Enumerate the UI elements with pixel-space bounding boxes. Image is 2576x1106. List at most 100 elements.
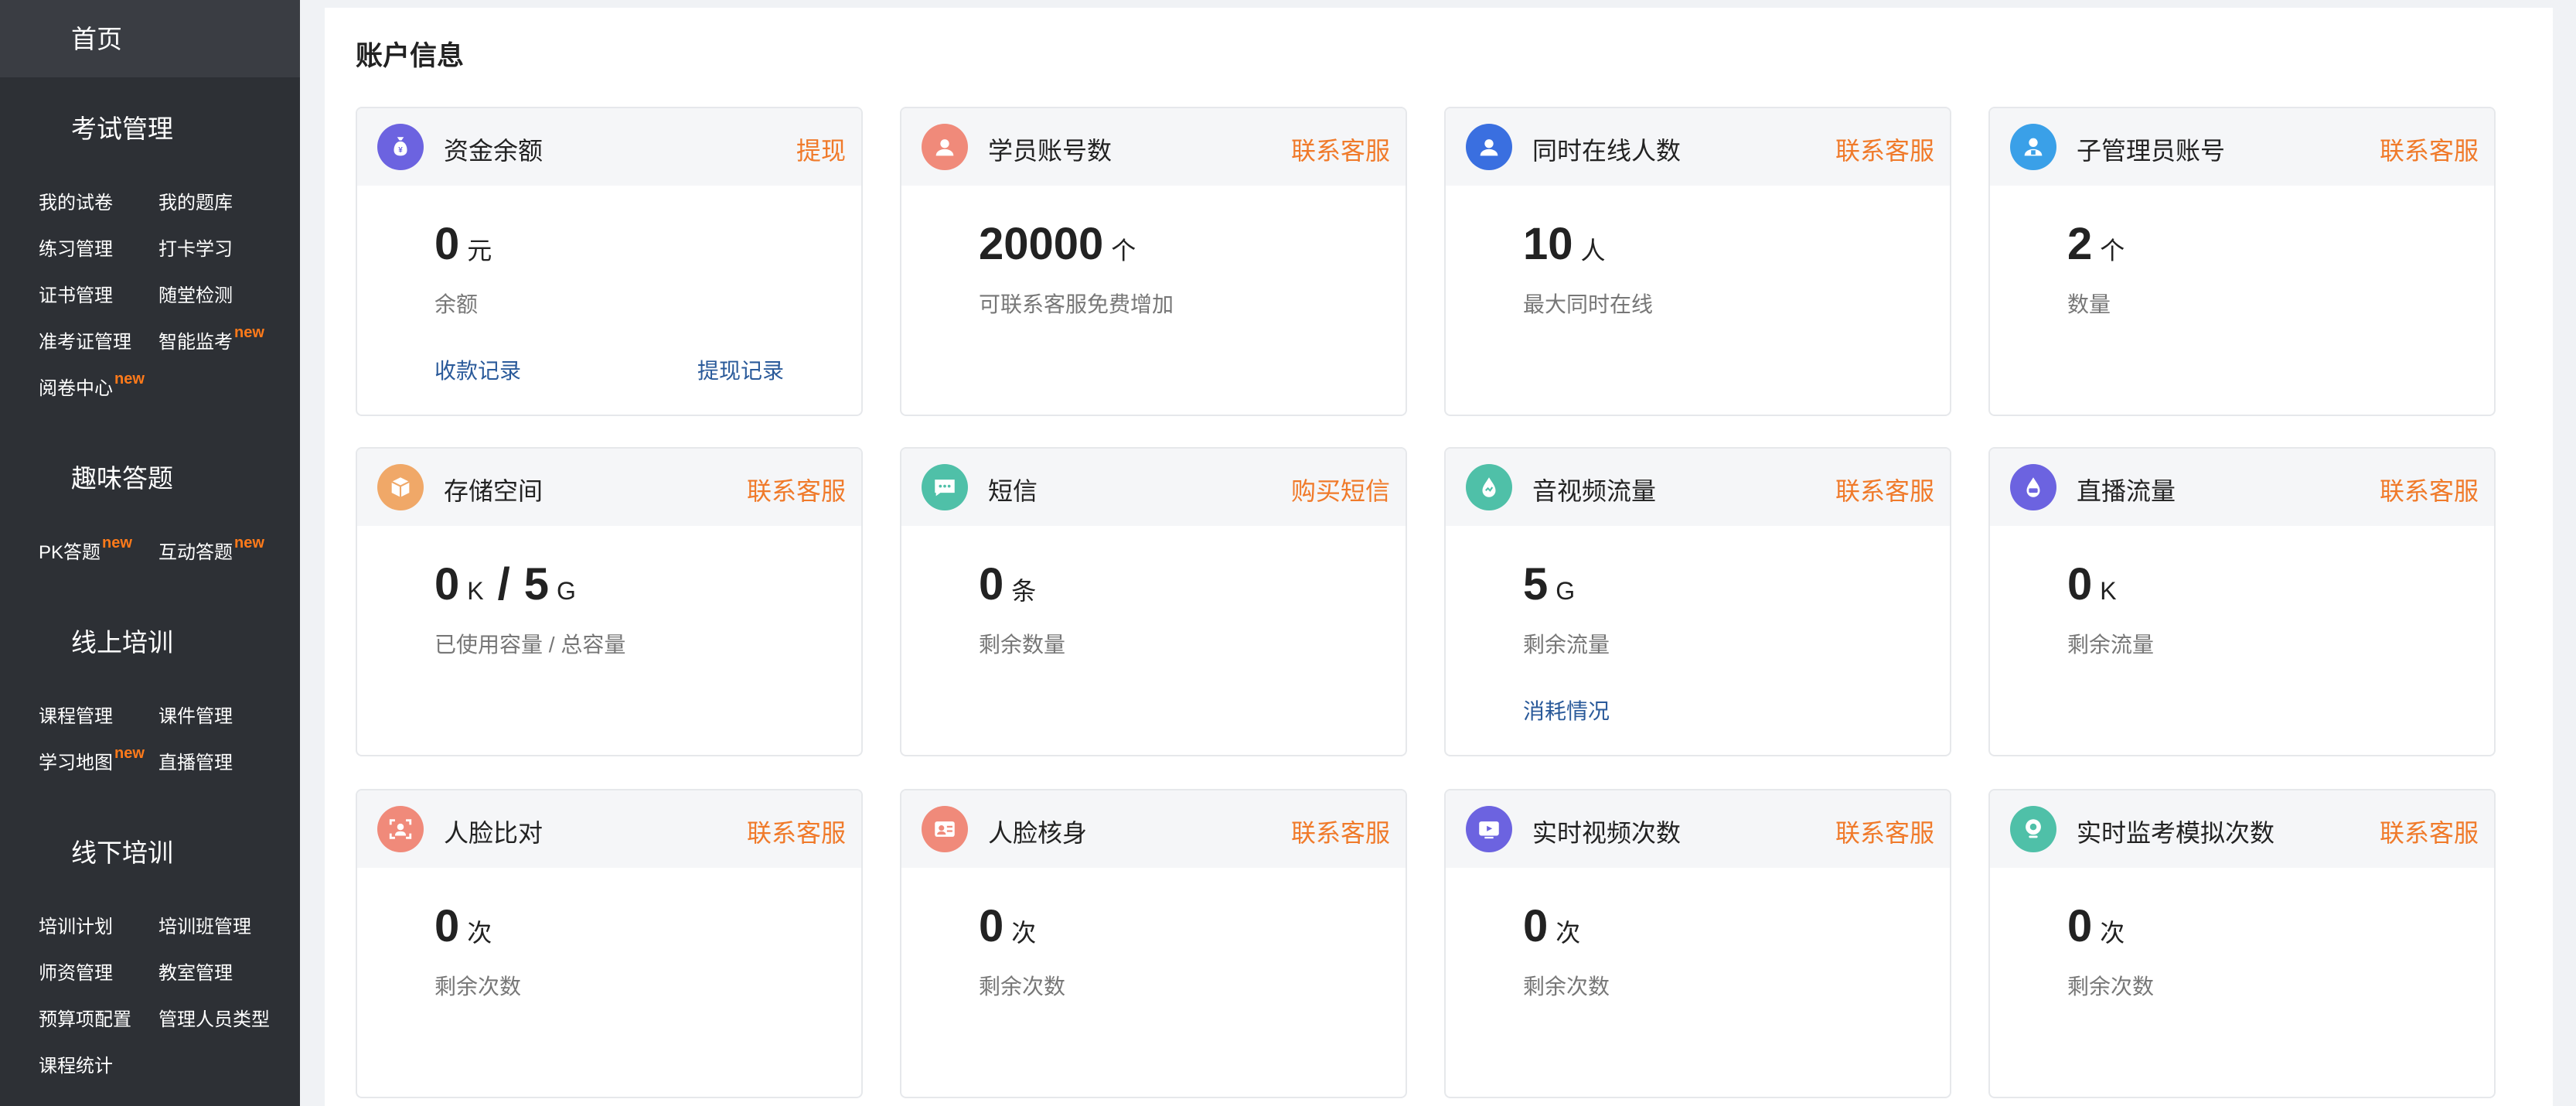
withdraw-button[interactable]: 提现 — [796, 131, 846, 167]
card-value: 0次 — [1523, 900, 1580, 952]
sidebar-item-training-plan[interactable]: 培训计划 — [39, 911, 114, 938]
card-title: 直播流量 — [2077, 477, 2176, 505]
card-description: 剩余流量 — [1523, 633, 1610, 657]
new-badge: new — [102, 534, 132, 551]
sidebar-item-admission-ticket[interactable]: 准考证管理 — [39, 326, 133, 353]
card-description: 剩余次数 — [2067, 975, 2155, 998]
sidebar-item-checkin[interactable]: 打卡学习 — [158, 234, 234, 261]
card-title: 子管理员账号 — [2077, 137, 2226, 165]
card-header: 实时视频次数 联系客服 — [1446, 790, 1950, 868]
card-value: 0K — [2067, 558, 2117, 610]
value-number: 5 — [1523, 559, 1549, 609]
camera-icon — [2010, 806, 2056, 852]
value-number: 0 — [979, 559, 1004, 609]
card-header: 实时监考模拟次数 联系客服 — [1990, 790, 2494, 868]
contact-service-button[interactable]: 联系客服 — [1835, 814, 1934, 849]
face-verify-icon — [922, 806, 968, 852]
label: 我的试卷 — [39, 193, 113, 213]
receipt-records-link[interactable]: 收款记录 — [434, 354, 521, 385]
sidebar-item-smart-proctor[interactable]: 智能监考 new — [158, 324, 264, 353]
card-description: 数量 — [2067, 292, 2111, 316]
buy-sms-button[interactable]: 购买短信 — [1291, 472, 1390, 507]
card-av-traffic: 音视频流量 联系客服 5G 剩余流量 消耗情况 — [1444, 447, 1951, 756]
contact-service-button[interactable]: 联系客服 — [1835, 131, 1934, 167]
contact-service-button[interactable]: 联系客服 — [1835, 472, 1934, 507]
sidebar-item-courseware[interactable]: 课件管理 — [158, 701, 234, 728]
sidebar-item-classrooms[interactable]: 教室管理 — [158, 958, 234, 985]
label: 打卡学习 — [158, 239, 233, 260]
consumption-details-link[interactable]: 消耗情况 — [1523, 695, 1610, 725]
sidebar-item-practice[interactable]: 练习管理 — [39, 234, 114, 261]
value-number: 0 — [2067, 901, 2093, 951]
sidebar-item-budget[interactable]: 预算项配置 — [39, 1004, 133, 1031]
sidebar-item-certificates[interactable]: 证书管理 — [39, 280, 114, 307]
user-icon — [922, 124, 968, 170]
sidebar-home-label: 首页 — [71, 25, 122, 53]
withdraw-records-link[interactable]: 提现记录 — [697, 354, 784, 385]
online-user-icon — [1466, 124, 1512, 170]
value-unit: 次 — [1555, 919, 1581, 947]
section-title-online-training: 线上培训 — [71, 628, 173, 657]
card-title: 人脸比对 — [444, 819, 543, 847]
card-value: 20000 个 — [979, 218, 1136, 270]
card-description: 剩余数量 — [979, 633, 1066, 657]
contact-service-button[interactable]: 联系客服 — [747, 814, 846, 849]
value-number: 10 — [1523, 219, 1573, 269]
card-description: 剩余流量 — [2067, 633, 2155, 657]
card-title: 学员账号数 — [988, 137, 1113, 165]
contact-service-button[interactable]: 联系客服 — [1291, 814, 1390, 849]
sidebar-item-quiz[interactable]: 随堂检测 — [158, 280, 234, 307]
card-title: 实时视频次数 — [1532, 819, 1682, 847]
card-proctor-simulation: 实时监考模拟次数 联系客服 0次 剩余次数 — [1988, 789, 2496, 1098]
contact-service-button[interactable]: 联系客服 — [1291, 131, 1390, 167]
sidebar-item-live[interactable]: 直播管理 — [158, 747, 234, 774]
traffic-icon — [1466, 464, 1512, 510]
card-sms: 短信 购买短信 0条 剩余数量 — [900, 447, 1407, 756]
label: 直播管理 — [158, 753, 233, 773]
sidebar-item-my-question-bank[interactable]: 我的题库 — [158, 187, 234, 214]
sidebar-item-training-class[interactable]: 培训班管理 — [158, 911, 253, 938]
total-number: 5 — [523, 559, 549, 609]
value-unit: 人 — [1580, 237, 1606, 265]
contact-service-button[interactable]: 联系客服 — [747, 472, 846, 507]
card-value: 5G — [1523, 558, 1575, 610]
card-header: 存储空间 联系客服 — [357, 449, 861, 526]
card-description: 剩余次数 — [1523, 975, 1610, 998]
card-title: 音视频流量 — [1532, 477, 1657, 505]
label: 课件管理 — [158, 706, 233, 727]
label: 课程管理 — [39, 706, 113, 727]
used-number: 0 — [434, 559, 460, 609]
card-title: 资金余额 — [444, 137, 543, 165]
value-number: 0 — [1523, 901, 1549, 951]
label: 教室管理 — [158, 963, 233, 984]
sidebar-item-learning-map[interactable]: 学习地图 new — [39, 745, 145, 774]
sidebar-item-interactive-quiz[interactable]: 互动答题 new — [158, 534, 264, 564]
card-header: 直播流量 联系客服 — [1990, 449, 2494, 526]
contact-service-button[interactable]: 联系客服 — [2380, 472, 2479, 507]
contact-service-button[interactable]: 联系客服 — [2380, 814, 2479, 849]
section-title-offline-training: 线下培训 — [71, 838, 173, 867]
sidebar-item-teachers[interactable]: 师资管理 — [39, 958, 114, 985]
sidebar-item-pk-quiz[interactable]: PK答题 new — [39, 534, 132, 564]
value-unit: G — [1555, 577, 1576, 605]
page-title: 账户信息 — [356, 41, 465, 71]
label: 师资管理 — [39, 963, 113, 984]
section-title-fun-quiz: 趣味答题 — [71, 464, 173, 493]
label: 阅卷中心 — [39, 378, 113, 399]
sidebar-item-grading-center[interactable]: 阅卷中心 new — [39, 370, 145, 400]
main-panel: 账户信息 ¥ 资金余额 提现 0元 余额 收款记录 提现记录 学员账号数 联系客… — [325, 8, 2553, 1106]
card-description: 余额 — [434, 292, 479, 316]
sidebar-item-courses[interactable]: 课程管理 — [39, 701, 114, 728]
sidebar-item-my-papers[interactable]: 我的试卷 — [39, 187, 114, 214]
new-badge: new — [114, 745, 145, 762]
sidebar-item-home[interactable]: 首页 — [0, 0, 300, 77]
value-number: 0 — [434, 219, 460, 269]
sidebar-item-staff-types[interactable]: 管理人员类型 — [158, 1004, 271, 1031]
label: 随堂检测 — [158, 285, 233, 306]
card-header: 人脸比对 联系客服 — [357, 790, 861, 868]
sms-icon — [922, 464, 968, 510]
label: 管理人员类型 — [158, 1009, 270, 1030]
sidebar-item-course-stats[interactable]: 课程统计 — [39, 1050, 114, 1077]
contact-service-button[interactable]: 联系客服 — [2380, 131, 2479, 167]
value-number: 2 — [2067, 219, 2093, 269]
